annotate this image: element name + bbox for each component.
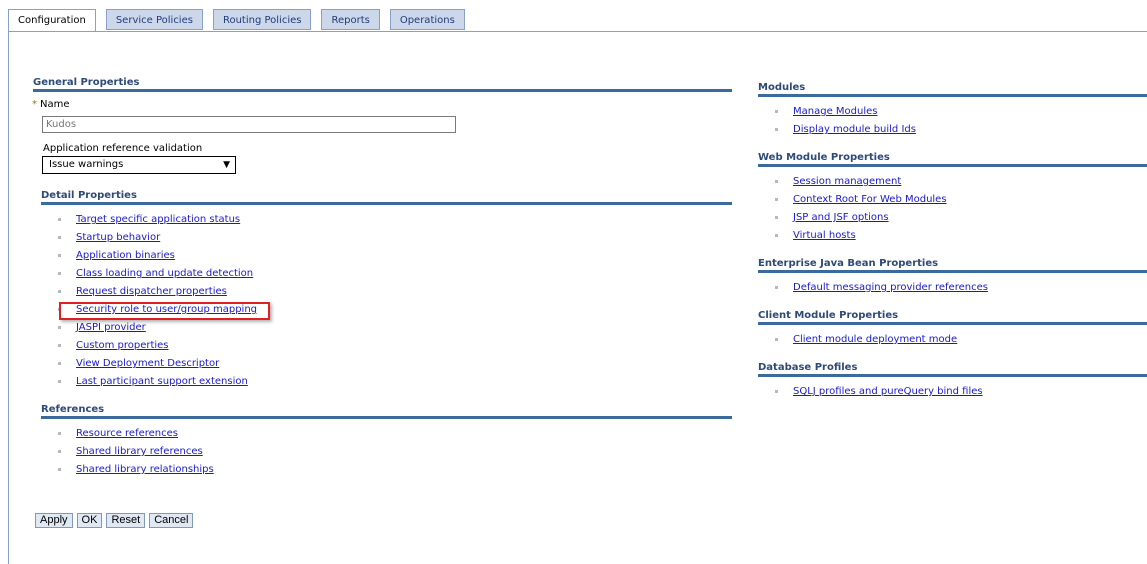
list-item: Client module deployment mode bbox=[775, 332, 957, 350]
form-buttons: Apply OK Reset Cancel bbox=[35, 513, 194, 528]
validation-select[interactable]: Issue warnings ▼ bbox=[42, 156, 236, 174]
ejb-properties-title: Enterprise Java Bean Properties bbox=[758, 258, 1147, 273]
name-label: Name bbox=[40, 99, 70, 110]
web-module-properties-title: Web Module Properties bbox=[758, 152, 1147, 167]
bullet-icon bbox=[58, 326, 61, 329]
link-jsp-jsf-options[interactable]: JSP and JSF options bbox=[793, 212, 889, 223]
modules-title: Modules bbox=[758, 82, 1147, 97]
bullet-icon bbox=[58, 236, 61, 239]
modules-list: Manage Modules Display module build Ids bbox=[775, 104, 916, 140]
list-item: Request dispatcher properties bbox=[58, 284, 257, 302]
apply-button[interactable]: Apply bbox=[35, 513, 73, 528]
references-list: Resource references Shared library refer… bbox=[58, 426, 214, 480]
bullet-icon bbox=[775, 286, 778, 289]
list-item: Target specific application status bbox=[58, 212, 257, 230]
list-item: Shared library references bbox=[58, 444, 214, 462]
bullet-icon bbox=[58, 254, 61, 257]
list-item: Context Root For Web Modules bbox=[775, 192, 947, 210]
bullet-icon bbox=[58, 290, 61, 293]
cancel-button[interactable]: Cancel bbox=[149, 513, 194, 528]
web-module-list: Session management Context Root For Web … bbox=[775, 174, 947, 246]
link-sqlj-profiles[interactable]: SQLJ profiles and pureQuery bind files bbox=[793, 386, 983, 397]
bullet-icon bbox=[775, 390, 778, 393]
bullet-icon bbox=[775, 110, 778, 113]
bullet-icon bbox=[58, 450, 61, 453]
reset-button[interactable]: Reset bbox=[106, 513, 146, 528]
list-item: JSP and JSF options bbox=[775, 210, 947, 228]
bullet-icon bbox=[775, 234, 778, 237]
list-item: Shared library relationships bbox=[58, 462, 214, 480]
tab-divider bbox=[8, 31, 1147, 32]
list-item: Last participant support extension bbox=[58, 374, 257, 392]
tab-configuration[interactable]: Configuration bbox=[8, 9, 96, 32]
database-list: SQLJ profiles and pureQuery bind files bbox=[775, 384, 983, 402]
link-manage-modules[interactable]: Manage Modules bbox=[793, 106, 877, 117]
link-startup-behavior[interactable]: Startup behavior bbox=[76, 232, 160, 243]
client-module-properties-title: Client Module Properties bbox=[758, 310, 1147, 325]
tab-reports[interactable]: Reports bbox=[321, 9, 380, 30]
link-target-specific-application-status[interactable]: Target specific application status bbox=[76, 214, 240, 225]
ejb-list: Default messaging provider references bbox=[775, 280, 988, 298]
name-label-row: * Name bbox=[32, 99, 70, 110]
bullet-icon bbox=[775, 338, 778, 341]
database-profiles-title: Database Profiles bbox=[758, 362, 1147, 377]
tab-service-policies[interactable]: Service Policies bbox=[105, 9, 203, 30]
bullet-icon bbox=[58, 362, 61, 365]
client-module-list: Client module deployment mode bbox=[775, 332, 957, 350]
validation-selected-value: Issue warnings bbox=[49, 159, 124, 170]
list-item: Startup behavior bbox=[58, 230, 257, 248]
list-item: Application binaries bbox=[58, 248, 257, 266]
list-item: Virtual hosts bbox=[775, 228, 947, 246]
bullet-icon bbox=[775, 198, 778, 201]
link-application-binaries[interactable]: Application binaries bbox=[76, 250, 175, 261]
bullet-icon bbox=[775, 128, 778, 131]
bullet-icon bbox=[58, 432, 61, 435]
ok-button[interactable]: OK bbox=[76, 513, 103, 528]
link-jaspi-provider[interactable]: JASPI provider bbox=[76, 322, 146, 333]
references-title: References bbox=[41, 404, 732, 419]
list-item: Session management bbox=[775, 174, 947, 192]
list-item: SQLJ profiles and pureQuery bind files bbox=[775, 384, 983, 402]
link-class-loading[interactable]: Class loading and update detection bbox=[76, 268, 253, 279]
list-item: View Deployment Descriptor bbox=[58, 356, 257, 374]
tab-bar: Configuration Service Policies Routing P… bbox=[8, 9, 475, 32]
bullet-icon bbox=[58, 468, 61, 471]
content-frame-border bbox=[8, 31, 9, 564]
required-icon: * bbox=[32, 99, 37, 110]
bullet-icon bbox=[775, 216, 778, 219]
dropdown-arrow-icon: ▼ bbox=[223, 160, 230, 170]
name-input[interactable] bbox=[42, 116, 456, 133]
bullet-icon bbox=[58, 380, 61, 383]
link-last-participant-support[interactable]: Last participant support extension bbox=[76, 376, 248, 387]
link-default-messaging-provider[interactable]: Default messaging provider references bbox=[793, 282, 988, 293]
list-item: JASPI provider bbox=[58, 320, 257, 338]
link-resource-references[interactable]: Resource references bbox=[76, 428, 178, 439]
bullet-icon bbox=[58, 218, 61, 221]
link-custom-properties[interactable]: Custom properties bbox=[76, 340, 169, 351]
link-shared-library-references[interactable]: Shared library references bbox=[76, 446, 203, 457]
validation-label: Application reference validation bbox=[43, 143, 203, 154]
detail-properties-title: Detail Properties bbox=[41, 190, 732, 205]
bullet-icon bbox=[775, 180, 778, 183]
link-request-dispatcher[interactable]: Request dispatcher properties bbox=[76, 286, 227, 297]
highlight-annotation-box bbox=[59, 302, 270, 320]
link-view-deployment-descriptor[interactable]: View Deployment Descriptor bbox=[76, 358, 219, 369]
link-display-module-build-ids[interactable]: Display module build Ids bbox=[793, 124, 916, 135]
tab-routing-policies[interactable]: Routing Policies bbox=[212, 9, 312, 30]
bullet-icon bbox=[58, 272, 61, 275]
link-session-management[interactable]: Session management bbox=[793, 176, 901, 187]
link-client-module-deployment-mode[interactable]: Client module deployment mode bbox=[793, 334, 957, 345]
list-item: Resource references bbox=[58, 426, 214, 444]
link-virtual-hosts[interactable]: Virtual hosts bbox=[793, 230, 856, 241]
list-item: Custom properties bbox=[58, 338, 257, 356]
list-item: Default messaging provider references bbox=[775, 280, 988, 298]
general-properties-title: General Properties bbox=[33, 77, 732, 92]
list-item: Class loading and update detection bbox=[58, 266, 257, 284]
link-context-root[interactable]: Context Root For Web Modules bbox=[793, 194, 947, 205]
link-shared-library-relationships[interactable]: Shared library relationships bbox=[76, 464, 214, 475]
tab-operations[interactable]: Operations bbox=[389, 9, 465, 30]
list-item: Display module build Ids bbox=[775, 122, 916, 140]
bullet-icon bbox=[58, 344, 61, 347]
list-item: Manage Modules bbox=[775, 104, 916, 122]
